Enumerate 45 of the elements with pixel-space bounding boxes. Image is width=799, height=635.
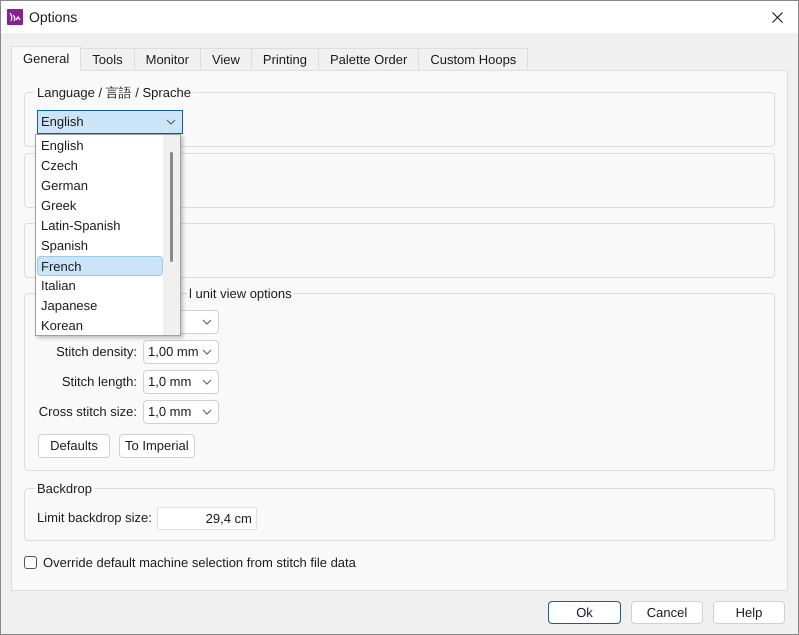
tab[interactable]: Printing xyxy=(252,48,319,70)
group-title: Backdrop xyxy=(36,480,93,498)
dropdown-option[interactable]: Czech xyxy=(37,156,163,176)
chevron-down-icon xyxy=(202,318,212,324)
input-field[interactable]: 29,4 cm xyxy=(156,506,257,530)
checkbox[interactable] xyxy=(24,556,37,570)
dropdown-option[interactable]: French xyxy=(37,256,163,276)
unit-select[interactable]: 1,0 mm xyxy=(143,370,219,394)
unit-select[interactable]: 1,00 mm xyxy=(143,340,219,364)
dropdown-option[interactable]: Japanese xyxy=(37,296,163,316)
dialog-button[interactable]: Help xyxy=(713,601,785,624)
unit-select[interactable]: 1,0 mm xyxy=(143,400,219,424)
action-button[interactable]: To Imperial xyxy=(119,434,195,458)
close-icon xyxy=(772,12,782,22)
dropdown-option[interactable]: Greek xyxy=(37,196,163,216)
field-label: Cross stitch size: xyxy=(38,404,137,419)
language-select[interactable]: English xyxy=(37,110,183,134)
field-label: Limit backdrop size: xyxy=(37,509,152,528)
scrollbar[interactable] xyxy=(163,135,180,335)
tab[interactable]: General xyxy=(11,46,82,71)
group-title: l unit view options xyxy=(188,285,293,303)
chevron-down-icon xyxy=(202,408,212,414)
dropdown-option[interactable]: Spanish xyxy=(37,236,163,256)
app-logo-icon xyxy=(7,9,23,25)
dialog-button[interactable]: Cancel xyxy=(631,601,703,624)
chevron-down-icon xyxy=(166,118,176,124)
tab[interactable]: View xyxy=(200,48,252,70)
field-label: Stitch length: xyxy=(62,374,137,389)
chevron-down-icon xyxy=(202,348,212,354)
dropdown-option[interactable]: Korean xyxy=(37,316,163,336)
tab[interactable]: Tools xyxy=(81,48,135,70)
tab[interactable]: Monitor xyxy=(134,48,201,70)
field-label: Stitch density: xyxy=(56,344,137,359)
dropdown-option[interactable]: German xyxy=(37,176,163,196)
dialog-button[interactable]: Ok xyxy=(548,601,621,624)
dropdown-option[interactable]: Latin-Spanish xyxy=(37,216,163,236)
checkbox-label: Override default machine selection from stitch file data xyxy=(43,554,356,572)
tab[interactable]: Custom Hoops xyxy=(419,48,528,70)
window-title: Options xyxy=(29,8,78,27)
dropdown-option[interactable]: English xyxy=(37,136,163,156)
chevron-down-icon xyxy=(202,378,212,384)
group-title: Language / 言語 / Sprache xyxy=(36,84,192,102)
tab[interactable]: Palette Order xyxy=(319,48,420,70)
dropdown-option[interactable]: Italian xyxy=(37,276,163,296)
action-button[interactable]: Defaults xyxy=(38,434,110,458)
